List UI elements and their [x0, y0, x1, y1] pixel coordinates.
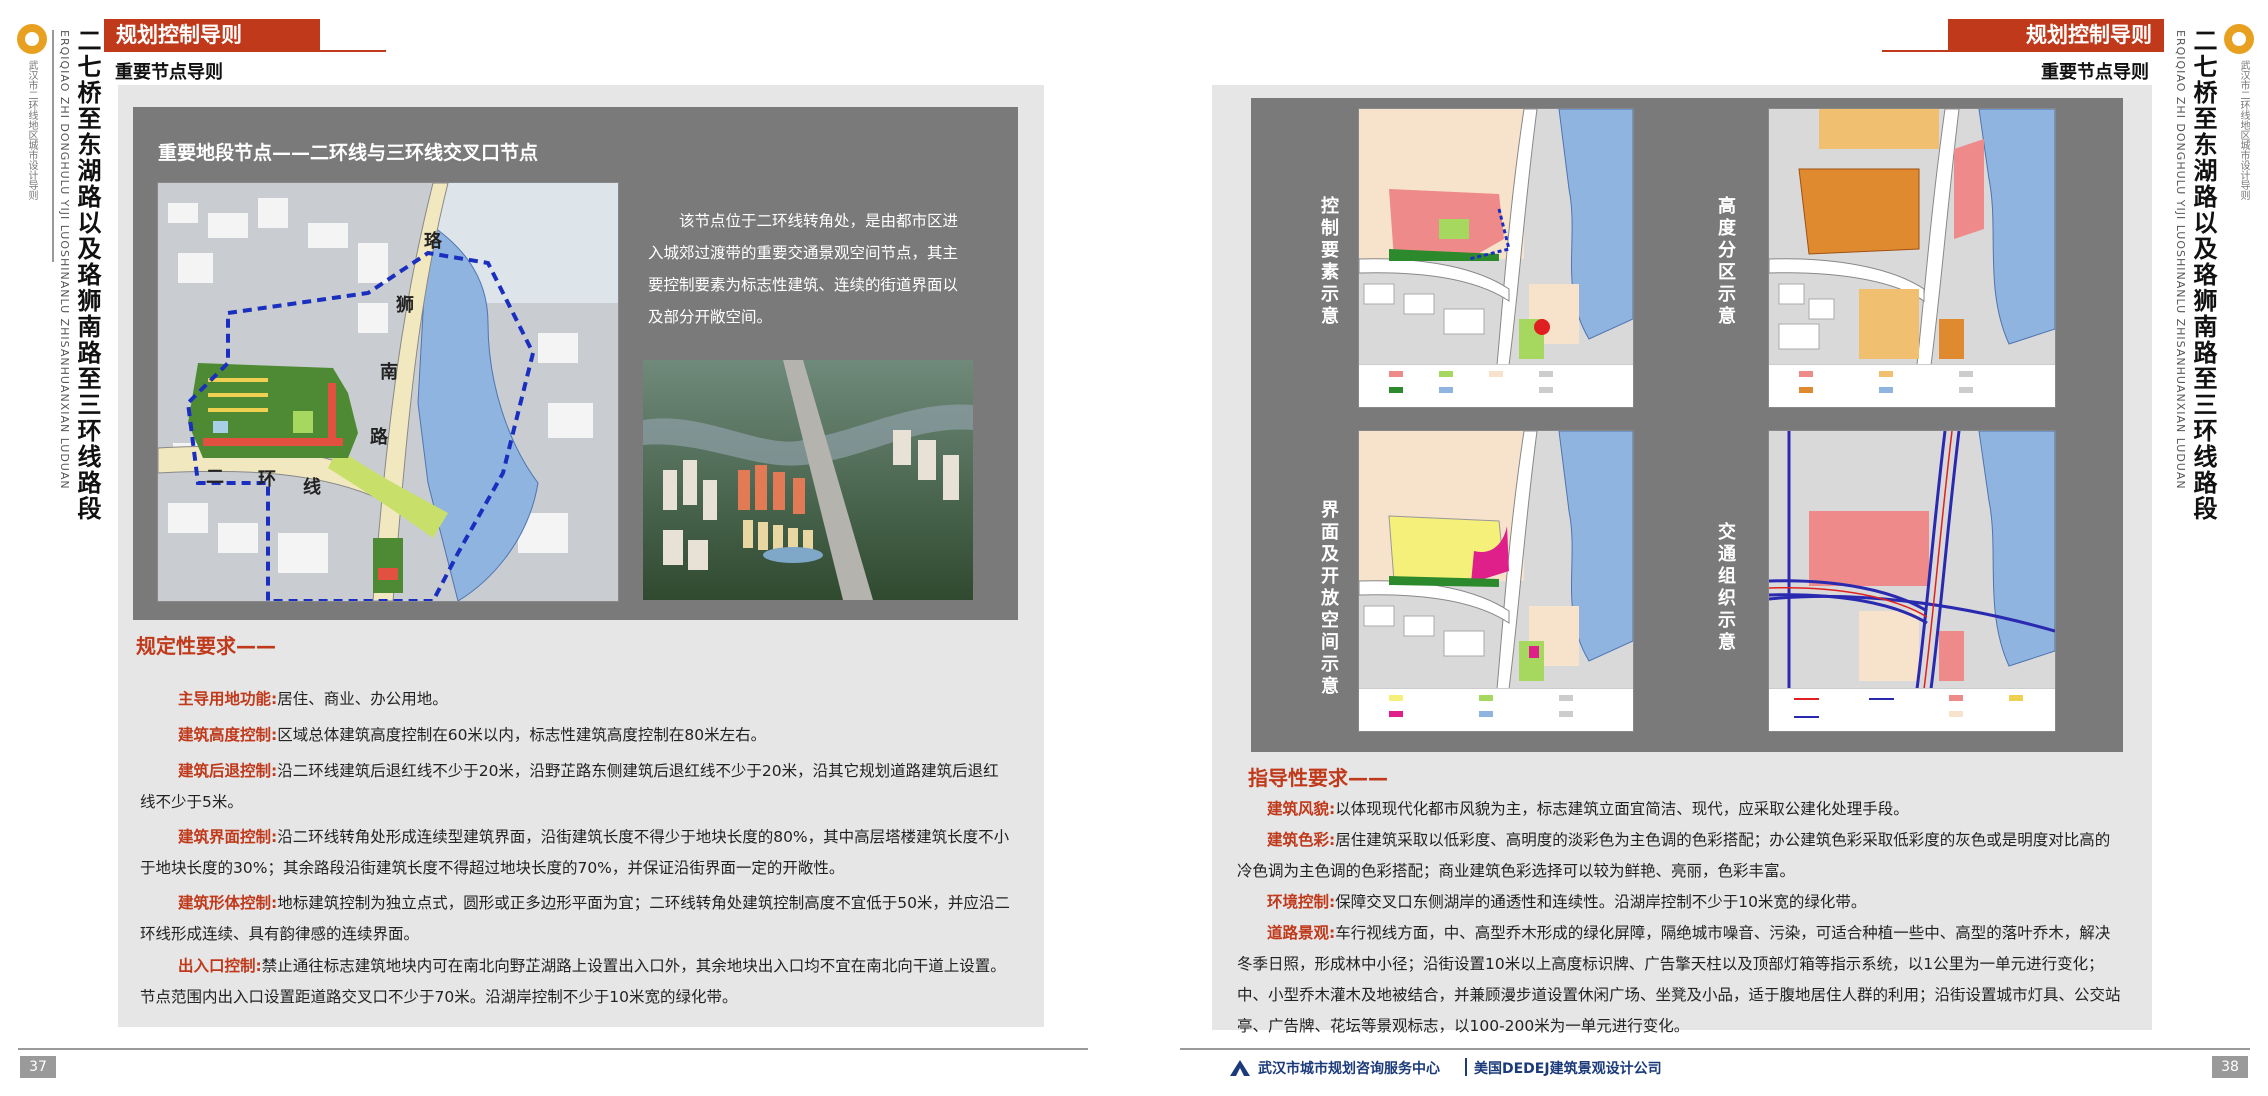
- interface-map-svg: [1359, 431, 1633, 690]
- requirement-item: 建筑后退控制:沿二环线建筑后退红线不少于20米，沿野芷路东侧建筑后退红线不少于2…: [140, 756, 1010, 818]
- map-label-ring-1: 二: [206, 467, 224, 488]
- subhead-left: 重要节点导则: [115, 62, 223, 83]
- requirements-title: 规定性要求——: [136, 634, 276, 658]
- footer-line-right: [1180, 1048, 2250, 1050]
- requirement-key: 建筑后退控制:: [178, 762, 278, 780]
- map-label-ring-2: 环: [258, 469, 276, 490]
- traffic-map-legend: [1769, 688, 2055, 731]
- side-divider: [52, 30, 54, 262]
- control-elements-map: [1358, 108, 1634, 408]
- subhead-right: 重要节点导则: [2041, 62, 2149, 83]
- requirement-text: 居住、商业、办公用地。: [277, 690, 448, 708]
- guidance-text: 以体现现代化都市风貌为主，标志建筑立面宜简洁、现代，应采取公建化处理手段。: [1335, 800, 1909, 818]
- guidance-title: 指导性要求——: [1248, 766, 1388, 790]
- node-site-map: 珞 狮 南 路 二 环 线: [157, 182, 619, 602]
- header-line-left: [320, 50, 386, 52]
- guidance-key: 道路景观:: [1267, 924, 1336, 942]
- requirement-item: 建筑界面控制:沿二环线转角处形成连续型建筑界面，沿街建筑长度不得少于地块长度的8…: [140, 822, 1010, 884]
- map-title-interface: 界面及开放空间示意: [1318, 500, 1339, 698]
- guidance-text: 车行视线方面，中、高型乔木形成的绿化屏障，隔绝城市噪音、污染，可适合种植一些中、…: [1237, 924, 2121, 1035]
- map-title-height: 高度分区示意: [1715, 196, 1736, 328]
- requirement-item: 建筑高度控制:区域总体建筑高度控制在60米以内，标志性建筑高度控制在80米左右。: [140, 720, 1010, 751]
- map-label-road-1: 珞: [424, 231, 442, 252]
- requirement-item: 建筑形体控制:地标建筑控制为独立点式，圆形或正多边形平面为宜；二环线转角处建筑控…: [140, 888, 1010, 950]
- requirement-item: 出入口控制:禁止通往标志建筑地块内可在南北向野芷湖路上设置出入口外，其余地块出入…: [140, 951, 1010, 1013]
- aerial-rendering-image: [643, 360, 973, 600]
- height-zoning-map: [1768, 108, 2056, 408]
- requirement-key: 主导用地功能:: [178, 690, 278, 708]
- header-tab-right: 规划控制导则: [1948, 19, 2164, 52]
- guidance-text: 居住建筑采取以低彩度、高明度的淡彩色为主色调的色彩搭配；办公建筑色彩采取低彩度的…: [1237, 831, 2111, 880]
- requirement-key: 建筑界面控制:: [178, 828, 278, 846]
- header-line-right: [1882, 50, 1948, 52]
- footer-divider: [1465, 1058, 1467, 1076]
- map-title-control: 控制要素示意: [1318, 196, 1339, 328]
- footer-line-left: [18, 1048, 1088, 1050]
- map-label-road-3: 南: [380, 362, 398, 383]
- page-number-left: 37: [20, 1056, 56, 1078]
- side-org-left: 武汉市二环线地区城市设计导则: [26, 60, 37, 200]
- guidance-item: 建筑色彩:居住建筑采取以低彩度、高明度的淡彩色为主色调的色彩搭配；办公建筑色彩采…: [1237, 825, 2125, 887]
- requirement-key: 建筑形体控制:: [178, 894, 278, 912]
- org-logo-icon: [1228, 1056, 1252, 1080]
- map-title-traffic: 交通组织示意: [1715, 522, 1736, 654]
- logo-icon: [2224, 24, 2254, 54]
- requirement-item: 主导用地功能:居住、商业、办公用地。: [140, 684, 1010, 715]
- guidance-key: 建筑色彩:: [1267, 831, 1336, 849]
- guidance-key: 环境控制:: [1267, 893, 1336, 911]
- side-title-left: 二七桥至东湖路以及珞狮南路至三环线路段: [73, 28, 101, 522]
- logo-icon: [17, 24, 47, 54]
- requirement-text: 区域总体建筑高度控制在60米以内，标志性建筑高度控制在80米左右。: [277, 726, 767, 744]
- guidance-item: 建筑风貌:以体现现代化都市风貌为主，标志建筑立面宜简洁、现代，应采取公建化处理手…: [1237, 794, 2125, 825]
- height-map-legend: [1769, 364, 2055, 407]
- map-label-road-2: 狮: [396, 295, 414, 316]
- control-map-svg: [1359, 109, 1633, 366]
- aerial-rendering-svg: [643, 360, 973, 600]
- interface-open-space-map: [1358, 430, 1634, 732]
- side-pinyin-left: ERQIQIAO ZHI DONGHULU YIJI LUOSHINANLU Z…: [58, 30, 71, 490]
- page-number-right: 38: [2212, 1056, 2248, 1078]
- map-label-road-4: 路: [370, 427, 388, 448]
- interface-map-legend: [1359, 688, 1633, 731]
- side-title-right: 二七桥至东湖路以及珞狮南路至三环线路段: [2189, 28, 2217, 522]
- traffic-organization-map: [1768, 430, 2056, 732]
- header-tab-left: 规划控制导则: [104, 19, 320, 52]
- site-map-svg: [158, 183, 618, 601]
- node-title: 重要地段节点——二环线与三环线交叉口节点: [158, 142, 539, 164]
- guidance-item: 道路景观:车行视线方面，中、高型乔木形成的绿化屏障，隔绝城市噪音、污染，可适合种…: [1237, 918, 2125, 1042]
- requirement-key: 建筑高度控制:: [178, 726, 278, 744]
- control-map-legend: [1359, 364, 1633, 407]
- guidance-key: 建筑风貌:: [1267, 800, 1336, 818]
- side-org-right: 武汉市二环线地区城市设计导则: [2238, 60, 2249, 200]
- node-description: 该节点位于二环线转角处，是由都市区进入城郊过渡带的重要交通景观空间节点，其主要控…: [648, 212, 959, 326]
- side-pinyin-right: ERQIQIAO ZHI DONGHULU YIJI LUOSHINANLU Z…: [2174, 30, 2187, 490]
- footer-org-2: 美国DEDEJ建筑景观设计公司: [1474, 1061, 1662, 1077]
- map-label-ring-3: 线: [303, 477, 321, 498]
- requirement-key: 出入口控制:: [178, 957, 262, 975]
- height-map-svg: [1769, 109, 2055, 366]
- traffic-map-svg: [1769, 431, 2055, 690]
- guidance-item: 环境控制:保障交叉口东侧湖岸的通透性和连续性。沿湖岸控制不少于10米宽的绿化带。: [1237, 887, 2125, 918]
- requirement-text: 禁止通往标志建筑地块内可在南北向野芷湖路上设置出入口外，其余地块出入口均不宜在南…: [140, 957, 1006, 1006]
- footer-org-1: 武汉市城市规划咨询服务中心: [1258, 1061, 1440, 1077]
- guidance-text: 保障交叉口东侧湖岸的通透性和连续性。沿湖岸控制不少于10米宽的绿化带。: [1335, 893, 1867, 911]
